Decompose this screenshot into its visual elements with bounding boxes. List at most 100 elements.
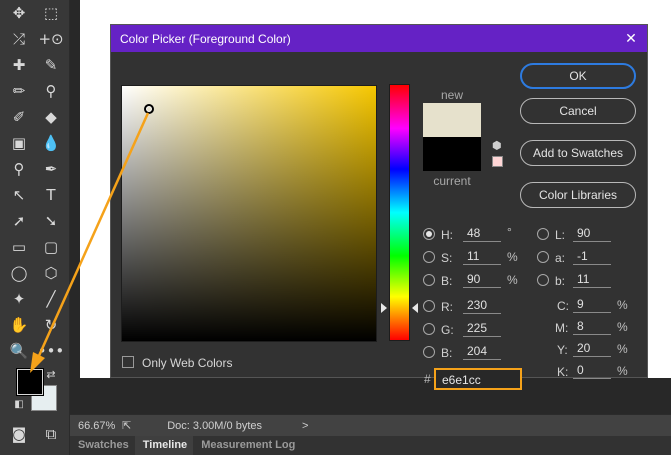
- field-blue[interactable]: 204: [463, 343, 501, 360]
- unit-c: %: [617, 298, 628, 312]
- zoom-level[interactable]: 66.67%: [78, 420, 128, 432]
- line-icon[interactable]: ╱: [40, 289, 62, 309]
- gradient-icon[interactable]: ▣: [8, 133, 30, 153]
- direct-select-icon[interactable]: ➚: [8, 211, 30, 231]
- field-m[interactable]: 8: [573, 318, 611, 335]
- unit-m: %: [617, 320, 628, 334]
- ellipse-icon[interactable]: ◯: [8, 263, 30, 283]
- label-brightness: B:: [441, 274, 453, 288]
- radio-l[interactable]: [537, 228, 549, 240]
- unit-brightness: %: [507, 273, 518, 287]
- field-y[interactable]: 20: [573, 340, 611, 357]
- arrow-select-icon[interactable]: ➘: [40, 211, 62, 231]
- radio-a[interactable]: [537, 251, 549, 263]
- pen-icon[interactable]: ✒: [40, 159, 62, 179]
- dialog-title: Color Picker (Foreground Color): [120, 31, 291, 46]
- radio-s[interactable]: [423, 251, 435, 263]
- current-color-swatch[interactable]: [423, 137, 481, 171]
- swap-icon[interactable]: ⇄: [44, 367, 58, 381]
- label-b-lab: b:: [555, 274, 566, 288]
- radio-blue[interactable]: [423, 346, 435, 358]
- type-icon[interactable]: T: [40, 185, 62, 205]
- close-icon[interactable]: ✕: [623, 30, 639, 46]
- blur-icon[interactable]: 💧: [40, 133, 62, 153]
- color-picker-dialog: Color Picker (Foreground Color) ✕ new cu…: [110, 24, 648, 390]
- radio-r[interactable]: [423, 300, 435, 312]
- tab-measurement-log[interactable]: Measurement Log: [193, 436, 301, 455]
- color-sample-marker[interactable]: [144, 104, 154, 114]
- field-s[interactable]: 11: [463, 248, 501, 265]
- field-brightness[interactable]: 90: [463, 271, 501, 288]
- hex-hash-label: #: [424, 372, 431, 386]
- brush-icon[interactable]: ✎: [40, 55, 62, 75]
- field-l[interactable]: 90: [573, 225, 611, 242]
- rotate-view-icon[interactable]: ↻: [40, 315, 62, 335]
- eraser-icon[interactable]: ◆: [40, 107, 62, 127]
- radio-brightness[interactable]: [423, 274, 435, 286]
- radio-h[interactable]: [423, 228, 435, 240]
- hand-icon[interactable]: ✋: [8, 315, 30, 335]
- tools-panel: ✥ ⬚ ⤮ +⊙ ✚ ✎ ✏ ⚲ ✐ ◆ ▣ 💧 ⚲ ✒ ↖ T ➚ ➘ ▭ ▢…: [0, 0, 70, 455]
- label-h: H:: [441, 228, 453, 242]
- unit-s: %: [507, 250, 518, 264]
- path-select-icon[interactable]: ↖: [8, 185, 30, 205]
- label-y: Y:: [557, 343, 568, 357]
- field-c[interactable]: 9: [573, 296, 611, 313]
- dodge-icon[interactable]: ⚲: [8, 159, 30, 179]
- eyedropper-icon[interactable]: ⤮: [8, 29, 30, 49]
- quick-mask-icon[interactable]: ◙: [8, 424, 30, 444]
- export-icon[interactable]: ⇱: [122, 419, 131, 432]
- cancel-button[interactable]: Cancel: [520, 98, 636, 124]
- radio-g[interactable]: [423, 323, 435, 335]
- add-to-swatches-button[interactable]: Add to Swatches: [520, 140, 636, 166]
- label-c: C:: [557, 299, 569, 313]
- status-menu-arrow[interactable]: >: [302, 420, 308, 432]
- hue-slider-handle-right[interactable]: [412, 303, 418, 313]
- ok-button[interactable]: OK: [520, 63, 636, 89]
- radio-b-lab[interactable]: [537, 274, 549, 286]
- color-field[interactable]: [121, 85, 377, 342]
- field-k[interactable]: 0: [573, 362, 611, 379]
- more-icon[interactable]: •••: [38, 341, 65, 361]
- field-b-lab[interactable]: 11: [573, 271, 611, 288]
- current-label: current: [433, 174, 471, 188]
- web-safe-swatch[interactable]: [492, 156, 503, 167]
- only-web-colors-checkbox[interactable]: [122, 356, 134, 368]
- panel-divider: [70, 0, 80, 455]
- label-r: R:: [441, 300, 453, 314]
- field-a[interactable]: -1: [573, 248, 611, 265]
- foreground-color-swatch[interactable]: [16, 368, 44, 396]
- out-of-gamut-cube-icon[interactable]: ⬢: [492, 140, 504, 152]
- marquee-icon[interactable]: ⬚: [40, 3, 62, 23]
- move-icon[interactable]: ✥: [8, 3, 30, 23]
- rectangle-icon[interactable]: ▭: [8, 237, 30, 257]
- tab-timeline[interactable]: Timeline: [134, 436, 194, 455]
- tab-swatches[interactable]: Swatches: [70, 436, 135, 455]
- panel-tabs: Swatches Timeline Measurement Log: [70, 436, 671, 455]
- new-color-swatch: [423, 103, 481, 137]
- custom-shape-icon[interactable]: ✦: [8, 289, 30, 309]
- hexagon-icon[interactable]: ⬡: [40, 263, 62, 283]
- field-r[interactable]: 230: [463, 297, 501, 314]
- history-brush-icon[interactable]: ✐: [8, 107, 30, 127]
- label-blue: B:: [441, 346, 453, 360]
- new-label: new: [440, 88, 463, 102]
- unit-k: %: [617, 364, 628, 378]
- label-k: K:: [557, 365, 569, 379]
- field-h[interactable]: 48: [463, 225, 501, 242]
- rounded-rect-icon[interactable]: ▢: [40, 237, 62, 257]
- default-colors-icon[interactable]: ◧: [12, 398, 26, 412]
- color-libraries-button[interactable]: Color Libraries: [520, 182, 636, 208]
- canvas-pasteboard: [80, 378, 671, 414]
- lasso-icon[interactable]: +⊙: [38, 29, 63, 49]
- hue-slider-handle-left[interactable]: [381, 303, 387, 313]
- hex-input[interactable]: e6e1cc: [434, 368, 522, 390]
- pencil-icon[interactable]: ✏: [8, 81, 30, 101]
- hue-slider[interactable]: [389, 84, 410, 341]
- field-g[interactable]: 225: [463, 320, 501, 337]
- dialog-titlebar[interactable]: Color Picker (Foreground Color) ✕: [111, 25, 647, 52]
- zoom-icon[interactable]: 🔍: [8, 341, 30, 361]
- healing-icon[interactable]: ✚: [8, 55, 30, 75]
- stamp-icon[interactable]: ⚲: [40, 81, 62, 101]
- screen-mode-icon[interactable]: ⧉: [40, 424, 62, 444]
